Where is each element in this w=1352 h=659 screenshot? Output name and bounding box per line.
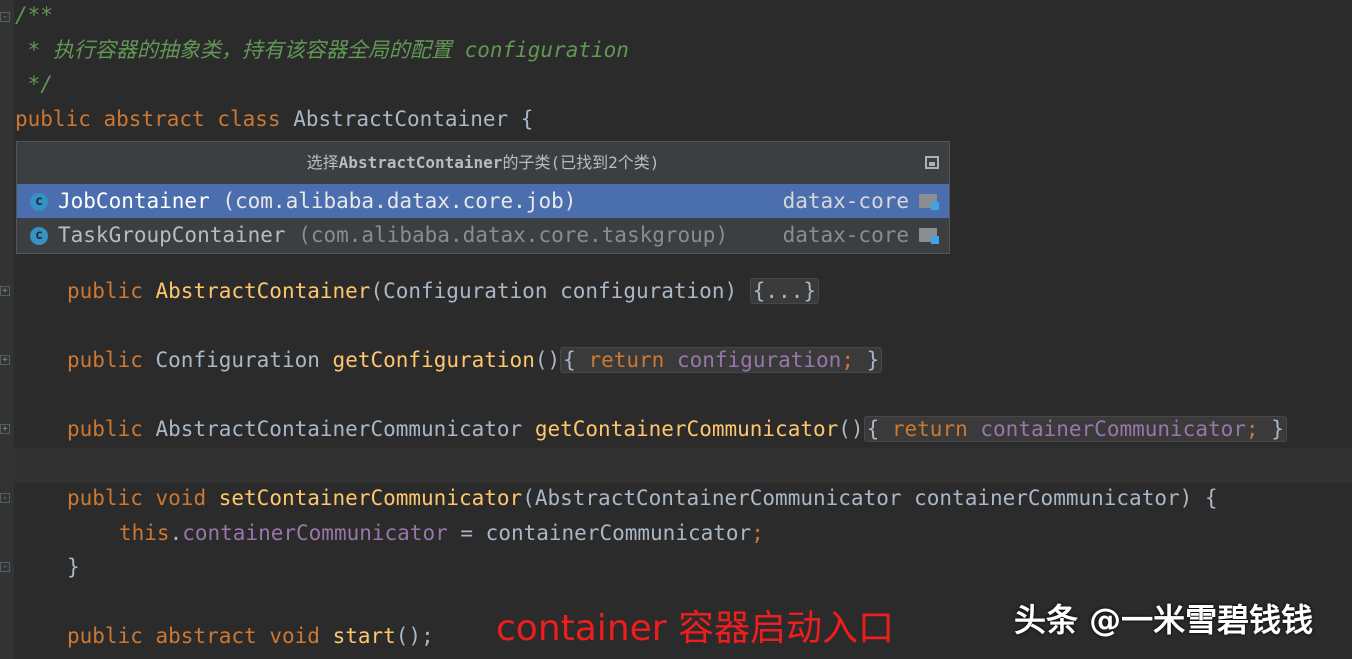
code-line: this.containerCommunicator = containerCo… [119,521,764,545]
code-line: */ [15,72,53,96]
folded-block[interactable]: {...} [749,278,819,304]
fold-marker-icon[interactable]: - [0,493,10,503]
folded-block[interactable]: { return configuration; } [560,347,883,373]
fold-marker-icon[interactable]: - [0,12,10,22]
current-line-highlight [14,448,1352,482]
fold-marker-icon[interactable]: + [0,355,10,365]
code-line: public Configuration getConfiguration(){… [67,345,883,375]
class-icon: c [30,193,48,211]
code-line: public void setContainerCommunicator(Abs… [67,486,1218,510]
watermark: 头条 @一米雪碧钱钱 [1014,601,1314,639]
module-folder-icon [919,228,939,244]
code-line: public abstract void start(); [67,624,434,648]
folded-block[interactable]: { return containerCommunicator; } [863,416,1287,442]
fold-marker-icon[interactable]: + [0,424,10,434]
red-annotation: container 容器启动入口 [496,608,895,649]
editor-gutter: - + + + - - [0,0,14,659]
code-line: } [67,555,80,579]
popup-title: 选择AbstractContainer的子类(已找到2个类) [306,153,660,172]
module-folder-icon [919,194,939,210]
code-line: public AbstractContainer(Configuration c… [67,276,819,306]
choose-subclass-popup[interactable]: 选择AbstractContainer的子类(已找到2个类) c JobCont… [16,141,950,254]
code-line: /** [15,3,53,27]
popup-item-taskgroupcontainer[interactable]: c TaskGroupContainer (com.alibaba.datax.… [17,218,949,252]
code-line: public AbstractContainerCommunicator get… [67,414,1287,444]
class-icon: c [30,227,48,245]
fold-marker-icon[interactable]: + [0,286,10,296]
code-line: * 执行容器的抽象类，持有该容器全局的配置 configuration [15,38,629,62]
open-in-window-icon[interactable] [925,156,939,169]
module-label: datax-core [782,189,909,213]
code-line: public abstract class AbstractContainer … [15,107,534,131]
module-label: datax-core [782,223,909,247]
fold-marker-icon[interactable]: - [0,562,10,572]
popup-item-jobcontainer[interactable]: c JobContainer (com.alibaba.datax.core.j… [17,184,949,218]
